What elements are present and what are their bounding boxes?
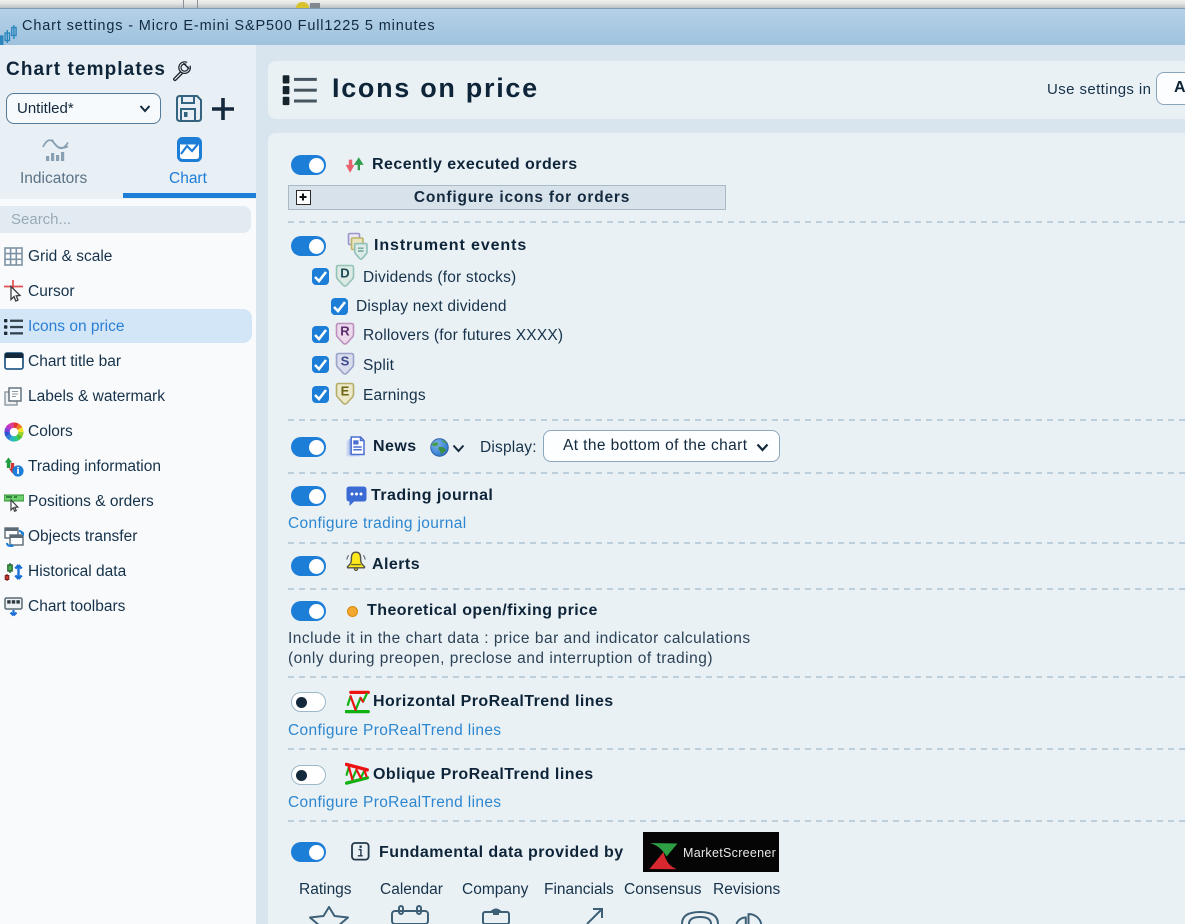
svg-text:D: D (340, 266, 349, 281)
svg-text:MarketScreener: MarketScreener (683, 846, 776, 860)
svg-text:E: E (341, 384, 350, 399)
svg-text:R: R (340, 324, 350, 339)
svg-text:S: S (341, 354, 350, 369)
